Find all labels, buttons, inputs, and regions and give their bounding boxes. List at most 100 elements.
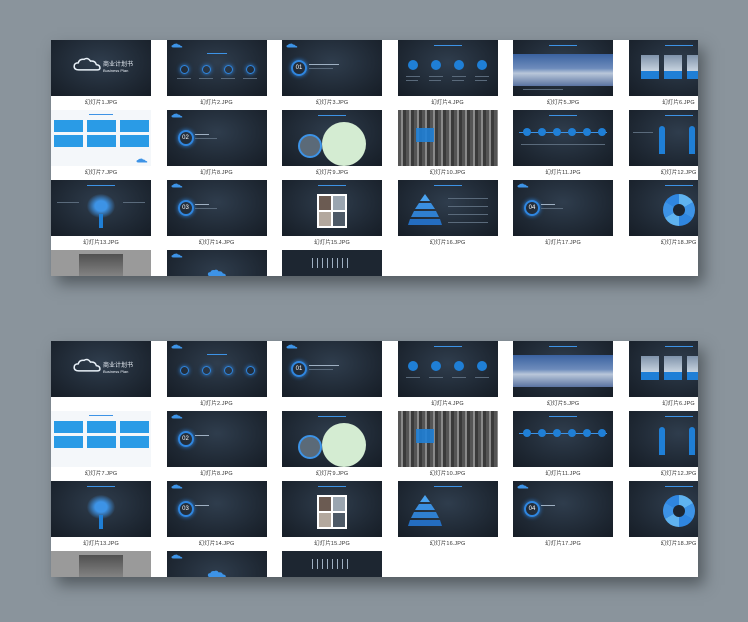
slide-thumb-9[interactable]: 幻灯片9.JPG — [282, 411, 382, 481]
slide-title-en: Business Plan — [103, 369, 129, 374]
thumbnail-caption: 幻灯片18.JPG — [660, 541, 697, 547]
slide-preview — [282, 250, 382, 276]
cloud-logo-icon — [171, 484, 183, 489]
slide-thumb-14[interactable]: 03 幻灯片14.JPG — [166, 481, 267, 551]
slide-thumb-6[interactable]: 幻灯片6.JPG — [628, 40, 698, 110]
slide-thumb-11[interactable]: 幻灯片11.JPG — [513, 110, 613, 180]
slide-preview: 03 — [166, 481, 267, 537]
slide-preview — [628, 110, 698, 166]
thumbnail-caption: 幻灯片12.JPG — [660, 471, 697, 477]
slide-thumb-1[interactable]: 商业计划书 Business Plan 幻灯片1.JPG — [51, 40, 151, 110]
thumbnail-caption: 幻灯片16.JPG — [429, 240, 466, 246]
slide-thumb-11[interactable]: 幻灯片11.JPG — [513, 411, 613, 481]
mountain-image — [513, 355, 613, 387]
slide-thumb-8[interactable]: 02 幻灯片8.JPG — [166, 110, 267, 180]
thumbnail-caption: 幻灯片9.JPG — [315, 170, 349, 176]
slide-preview: 04 — [513, 481, 613, 537]
slide-preview: 04 — [513, 180, 613, 236]
cloud-logo-icon — [171, 344, 183, 349]
thumbnail-grid: 商业计划书 Business Plan 幻灯片2.JPG 01 幻灯片4.JPG… — [51, 341, 698, 577]
slide-thumb-10[interactable]: 幻灯片10.JPG — [397, 411, 498, 481]
slide-thumb-5[interactable]: 幻灯片5.JPG — [513, 341, 613, 411]
slide-preview: 03 — [166, 180, 267, 236]
person-photo — [663, 55, 682, 71]
slide-thumb-15[interactable]: 幻灯片15.JPG — [282, 180, 382, 250]
slide-thumb-4[interactable]: 幻灯片4.JPG — [397, 40, 498, 110]
slide-preview — [628, 40, 698, 96]
thumbnail-caption: 幻灯片5.JPG — [546, 401, 580, 407]
slide-thumb-6[interactable]: 幻灯片6.JPG — [628, 341, 698, 411]
cloud-logo-icon — [171, 253, 183, 258]
slide-thumb-18[interactable]: 幻灯片18.JPG — [628, 180, 698, 250]
slide-preview — [397, 341, 498, 397]
slide-preview — [397, 411, 498, 467]
thumbnail-caption: 幻灯片17.JPG — [545, 541, 581, 547]
slide-thumb-16[interactable]: 幻灯片16.JPG — [397, 180, 498, 250]
cloud-logo-icon — [136, 158, 148, 163]
person-photo — [640, 55, 659, 71]
slide-preview — [397, 180, 498, 236]
slide-preview: 商业计划书 Business Plan — [51, 40, 151, 96]
cloud-logo-icon — [171, 183, 183, 188]
photo-collage — [317, 495, 347, 529]
slide-thumb-9[interactable]: 幻灯片9.JPG — [282, 110, 382, 180]
slide-thumb-16[interactable]: 幻灯片16.JPG — [397, 481, 498, 551]
slide-thumb-3[interactable]: 01 幻灯片3.JPG — [282, 40, 382, 110]
slide-thumb-19[interactable] — [51, 250, 151, 276]
cloud-icon — [73, 358, 101, 372]
slide-thumb-5[interactable]: 幻灯片5.JPG — [513, 40, 613, 110]
thumbnail-caption: 幻灯片10.JPG — [429, 170, 466, 176]
slide-thumb-15[interactable]: 幻灯片15.JPG — [282, 481, 382, 551]
slide-preview — [166, 250, 267, 276]
thumbnail-caption: 幻灯片6.JPG — [662, 401, 695, 407]
thumbnail-panel-top: 商业计划书 Business Plan 幻灯片1.JPG 幻灯片2.JPG 01… — [51, 40, 698, 276]
slide-thumb-20[interactable] — [166, 551, 267, 577]
slide-thumb-2[interactable]: 幻灯片2.JPG — [166, 40, 267, 110]
thumbnail-caption: 幻灯片3.JPG — [315, 100, 349, 106]
thumbnail-caption: 幻灯片16.JPG — [429, 541, 466, 547]
slide-preview — [513, 110, 613, 166]
slide-preview — [282, 180, 382, 236]
slide-thumb-12[interactable]: 幻灯片12.JPG — [628, 110, 698, 180]
slide-thumb-2[interactable]: 幻灯片2.JPG — [166, 341, 267, 411]
thumbnail-caption: 幻灯片10.JPG — [429, 471, 466, 477]
slide-preview — [628, 481, 698, 537]
slide-thumb-20[interactable] — [166, 250, 267, 276]
thumbnail-caption: 幻灯片13.JPG — [83, 541, 119, 547]
slide-thumb-19[interactable] — [51, 551, 151, 577]
slide-preview — [397, 481, 498, 537]
slide-thumb-7[interactable]: 幻灯片7.JPG — [51, 110, 151, 180]
slide-thumb-7[interactable]: 幻灯片7.JPG — [51, 411, 151, 481]
thumbnail-caption: 幻灯片9.JPG — [315, 471, 349, 477]
slide-thumb-21[interactable] — [282, 551, 382, 577]
slide-preview — [51, 551, 151, 577]
slide-thumb-1[interactable]: 商业计划书 Business Plan — [51, 341, 151, 411]
highlight-circle — [322, 423, 366, 467]
slide-preview: 02 — [166, 110, 267, 166]
person-photo — [686, 356, 698, 372]
slide-thumb-18[interactable]: 幻灯片18.JPG — [628, 481, 698, 551]
thumbnail-caption: 幻灯片17.JPG — [545, 240, 581, 246]
slide-thumb-8[interactable]: 02 幻灯片8.JPG — [166, 411, 267, 481]
person-photo — [640, 356, 659, 372]
slide-thumb-3[interactable]: 01 — [282, 341, 382, 411]
slide-preview: 02 — [166, 411, 267, 467]
slide-thumb-10[interactable]: 幻灯片10.JPG — [397, 110, 498, 180]
cloud-logo-icon — [286, 43, 298, 48]
mountain-image — [513, 54, 613, 86]
slide-title-en: Business Plan — [103, 68, 129, 73]
slide-thumb-14[interactable]: 03 幻灯片14.JPG — [166, 180, 267, 250]
thumbnail-caption: 幻灯片2.JPG — [200, 100, 233, 106]
thumbnail-caption: 幻灯片11.JPG — [545, 471, 581, 477]
slide-thumb-17[interactable]: 04 幻灯片17.JPG — [513, 180, 613, 250]
slide-thumb-12[interactable]: 幻灯片12.JPG — [628, 411, 698, 481]
city-image — [397, 411, 498, 467]
slide-thumb-17[interactable]: 04 幻灯片17.JPG — [513, 481, 613, 551]
slide-thumb-13[interactable]: 幻灯片13.JPG — [51, 180, 151, 250]
slide-thumb-13[interactable]: 幻灯片13.JPG — [51, 481, 151, 551]
slide-preview — [628, 411, 698, 467]
slide-thumb-4[interactable]: 幻灯片4.JPG — [397, 341, 498, 411]
slide-preview — [282, 481, 382, 537]
slide-thumb-21[interactable] — [282, 250, 382, 276]
slide-preview — [51, 110, 151, 166]
